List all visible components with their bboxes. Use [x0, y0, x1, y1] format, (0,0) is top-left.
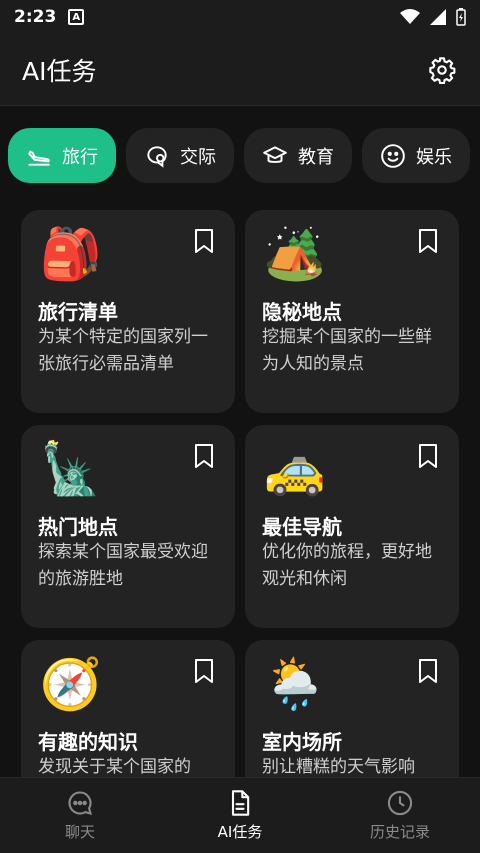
card-description: 别让糟糕的天气影响	[262, 757, 415, 777]
nav-label: AI任务	[217, 823, 263, 841]
bookmark-icon[interactable]	[417, 228, 439, 254]
wifi-icon	[400, 9, 420, 24]
chip-label: 交际	[180, 146, 216, 168]
task-card-travel-list[interactable]: 🎒 旅行清单 为某个特定的国家列一张旅行必需品清单	[21, 210, 235, 413]
nav-label: 聊天	[64, 823, 95, 841]
chat-icon	[66, 789, 94, 817]
nav-ai-tasks[interactable]: AI任务	[160, 778, 320, 853]
card-title: 最佳导航	[262, 515, 342, 539]
card-title: 热门地点	[38, 515, 118, 539]
settings-button[interactable]	[426, 54, 458, 86]
task-document-icon	[226, 789, 254, 817]
statue-of-liberty-icon: 🗽	[39, 440, 103, 498]
card-description: 挖掘某个国家的一些鲜为人知的景点	[262, 327, 432, 374]
card-title: 室内场所	[262, 730, 342, 754]
task-card-best-navigation[interactable]: 🚕 最佳导航 优化你的旅程，更好地观光和休闲	[245, 425, 459, 628]
chip-travel[interactable]: 旅行	[8, 128, 116, 183]
card-title: 旅行清单	[38, 300, 118, 324]
signal-icon	[430, 9, 446, 25]
gear-icon	[429, 56, 456, 84]
status-bar: 2:23 A	[0, 0, 480, 34]
chip-label: 娱乐	[416, 146, 452, 168]
compass-icon: 🧭	[39, 655, 103, 713]
bookmark-icon[interactable]	[193, 658, 215, 684]
task-card-fun-facts[interactable]: 🧭 有趣的知识 发现关于某个国家的	[21, 640, 235, 777]
card-description: 为某个特定的国家列一张旅行必需品清单	[38, 327, 208, 374]
rain-cloud-icon: 🌦️	[263, 655, 327, 713]
notification-icon: A	[68, 9, 85, 25]
chip-social[interactable]: 交际	[126, 128, 234, 183]
card-title: 有趣的知识	[38, 730, 138, 754]
clock-icon	[386, 789, 414, 817]
status-icons	[400, 8, 466, 26]
chip-entertainment[interactable]: 娱乐	[362, 128, 470, 183]
battery-icon	[456, 8, 466, 26]
graduation-cap-icon	[262, 143, 288, 169]
chip-education[interactable]: 教育	[244, 128, 352, 183]
task-card-indoor-places[interactable]: 🌦️ 室内场所 别让糟糕的天气影响	[245, 640, 459, 777]
task-grid: 🎒 旅行清单 为某个特定的国家列一张旅行必需品清单 🏕️ 隐秘地点 挖掘某个国家…	[21, 210, 459, 777]
card-description: 发现关于某个国家的	[38, 757, 191, 777]
bookmark-icon[interactable]	[193, 443, 215, 469]
bookmark-icon[interactable]	[417, 658, 439, 684]
task-card-hidden-spots[interactable]: 🏕️ 隐秘地点 挖掘某个国家的一些鲜为人知的景点	[245, 210, 459, 413]
taxi-icon: 🚕	[263, 440, 327, 498]
card-title: 隐秘地点	[262, 300, 342, 324]
backpack-icon: 🎒	[39, 225, 103, 283]
status-time: 2:23	[14, 7, 57, 27]
chip-label: 旅行	[62, 146, 98, 168]
card-description: 优化你的旅程，更好地观光和休闲	[262, 542, 432, 589]
card-description: 探索某个国家最受欢迎的旅游胜地	[38, 542, 208, 589]
smiley-icon	[380, 143, 406, 169]
chip-label: 教育	[298, 146, 334, 168]
bookmark-icon[interactable]	[417, 443, 439, 469]
camping-icon: 🏕️	[263, 225, 327, 283]
bottom-nav: 聊天 AI任务 历史记录	[0, 777, 480, 853]
bookmark-icon[interactable]	[193, 228, 215, 254]
nav-chat[interactable]: 聊天	[0, 778, 160, 853]
category-chips: 旅行 交际 教育 娱乐	[8, 128, 470, 183]
nav-label: 历史记录	[369, 823, 430, 841]
task-card-popular-spots[interactable]: 🗽 热门地点 探索某个国家最受欢迎的旅游胜地	[21, 425, 235, 628]
app-bar: AI任务	[0, 34, 480, 106]
page-title: AI任务	[22, 56, 97, 86]
chat-bubble-icon	[144, 143, 170, 169]
nav-history[interactable]: 历史记录	[320, 778, 480, 853]
airplane-landing-icon	[26, 143, 52, 169]
